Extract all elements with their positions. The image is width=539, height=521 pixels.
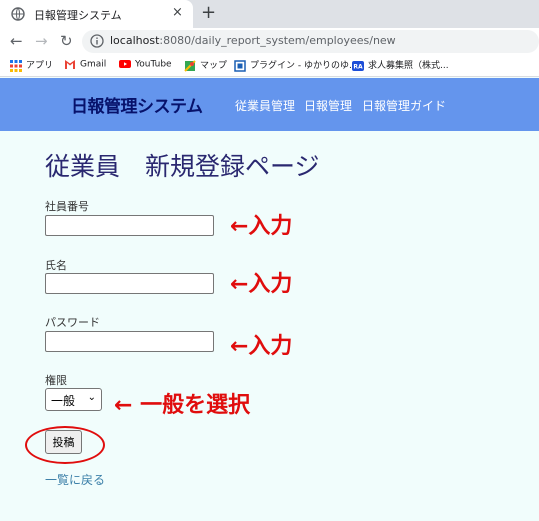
nav-reports[interactable]: 日報管理 [304,97,352,114]
site-header: 日報管理システム 従業員管理 日報管理 日報管理ガイド [0,78,539,131]
forward-arrow-icon[interactable]: → [35,32,48,50]
info-icon[interactable] [90,34,104,48]
password-annotation: ←入力 [230,334,293,359]
bookmarks-bar: アプリ Gmail YouTube マップ プラグイン - ゆかりのゆ... R… [0,55,539,77]
close-icon[interactable]: × [172,5,183,20]
password-label: パスワード [45,316,100,329]
code-label: 社員番号 [45,200,89,213]
address-bar-row: ← → ↻ localhost:8080/daily_report_system… [0,28,539,55]
bookmark-plugin[interactable]: プラグイン - ゆかりのゆ... [234,58,358,72]
name-input[interactable] [45,273,214,294]
chevron-down-icon: ⌄ [87,392,96,403]
code-annotation: ←入力 [230,214,293,239]
role-label: 権限 [45,374,67,387]
bookmark-maps[interactable]: マップ [184,58,227,72]
code-input[interactable] [45,215,214,236]
nav-guide[interactable]: 日報管理ガイド [362,97,446,114]
new-tab-icon[interactable]: + [201,2,216,23]
role-select[interactable]: 一般 ⌄ [45,388,102,411]
page-title: 従業員 新規登録ページ [45,152,320,181]
gmail-icon [65,60,75,69]
back-arrow-icon[interactable]: ← [10,32,23,50]
bookmark-apps[interactable]: アプリ [10,58,53,72]
globe-icon [11,7,25,21]
submit-button[interactable]: 投稿 [45,430,82,454]
maps-icon [184,59,196,72]
bookmark-youtube[interactable]: YouTube [119,58,172,70]
svg-text:RA: RA [353,63,363,70]
name-annotation: ←入力 [230,272,293,297]
name-label: 氏名 [45,259,67,272]
url-text: localhost:8080/daily_report_system/emplo… [110,34,396,47]
browser-tab[interactable]: 日報管理システム × [0,0,193,28]
bookmark-gmail[interactable]: Gmail [64,58,106,70]
password-input[interactable] [45,331,214,352]
site-brand[interactable]: 日報管理システム [71,92,203,117]
role-annotation: ← 一般を選択 [114,393,251,418]
apps-grid-icon [10,59,22,72]
bookmark-jobs[interactable]: RA 求人募集照（株式... [352,58,449,72]
bookmark-page-icon [234,59,246,72]
reload-icon[interactable]: ↻ [60,32,73,50]
youtube-icon [119,60,131,68]
ria-icon: RA [352,60,364,71]
back-to-list-link[interactable]: 一覧に戻る [45,471,105,488]
tab-title: 日報管理システム [34,9,122,22]
browser-tab-bar: 日報管理システム × + [0,0,539,28]
nav-employees[interactable]: 従業員管理 [235,97,295,114]
role-selected-value: 一般 [51,394,76,408]
